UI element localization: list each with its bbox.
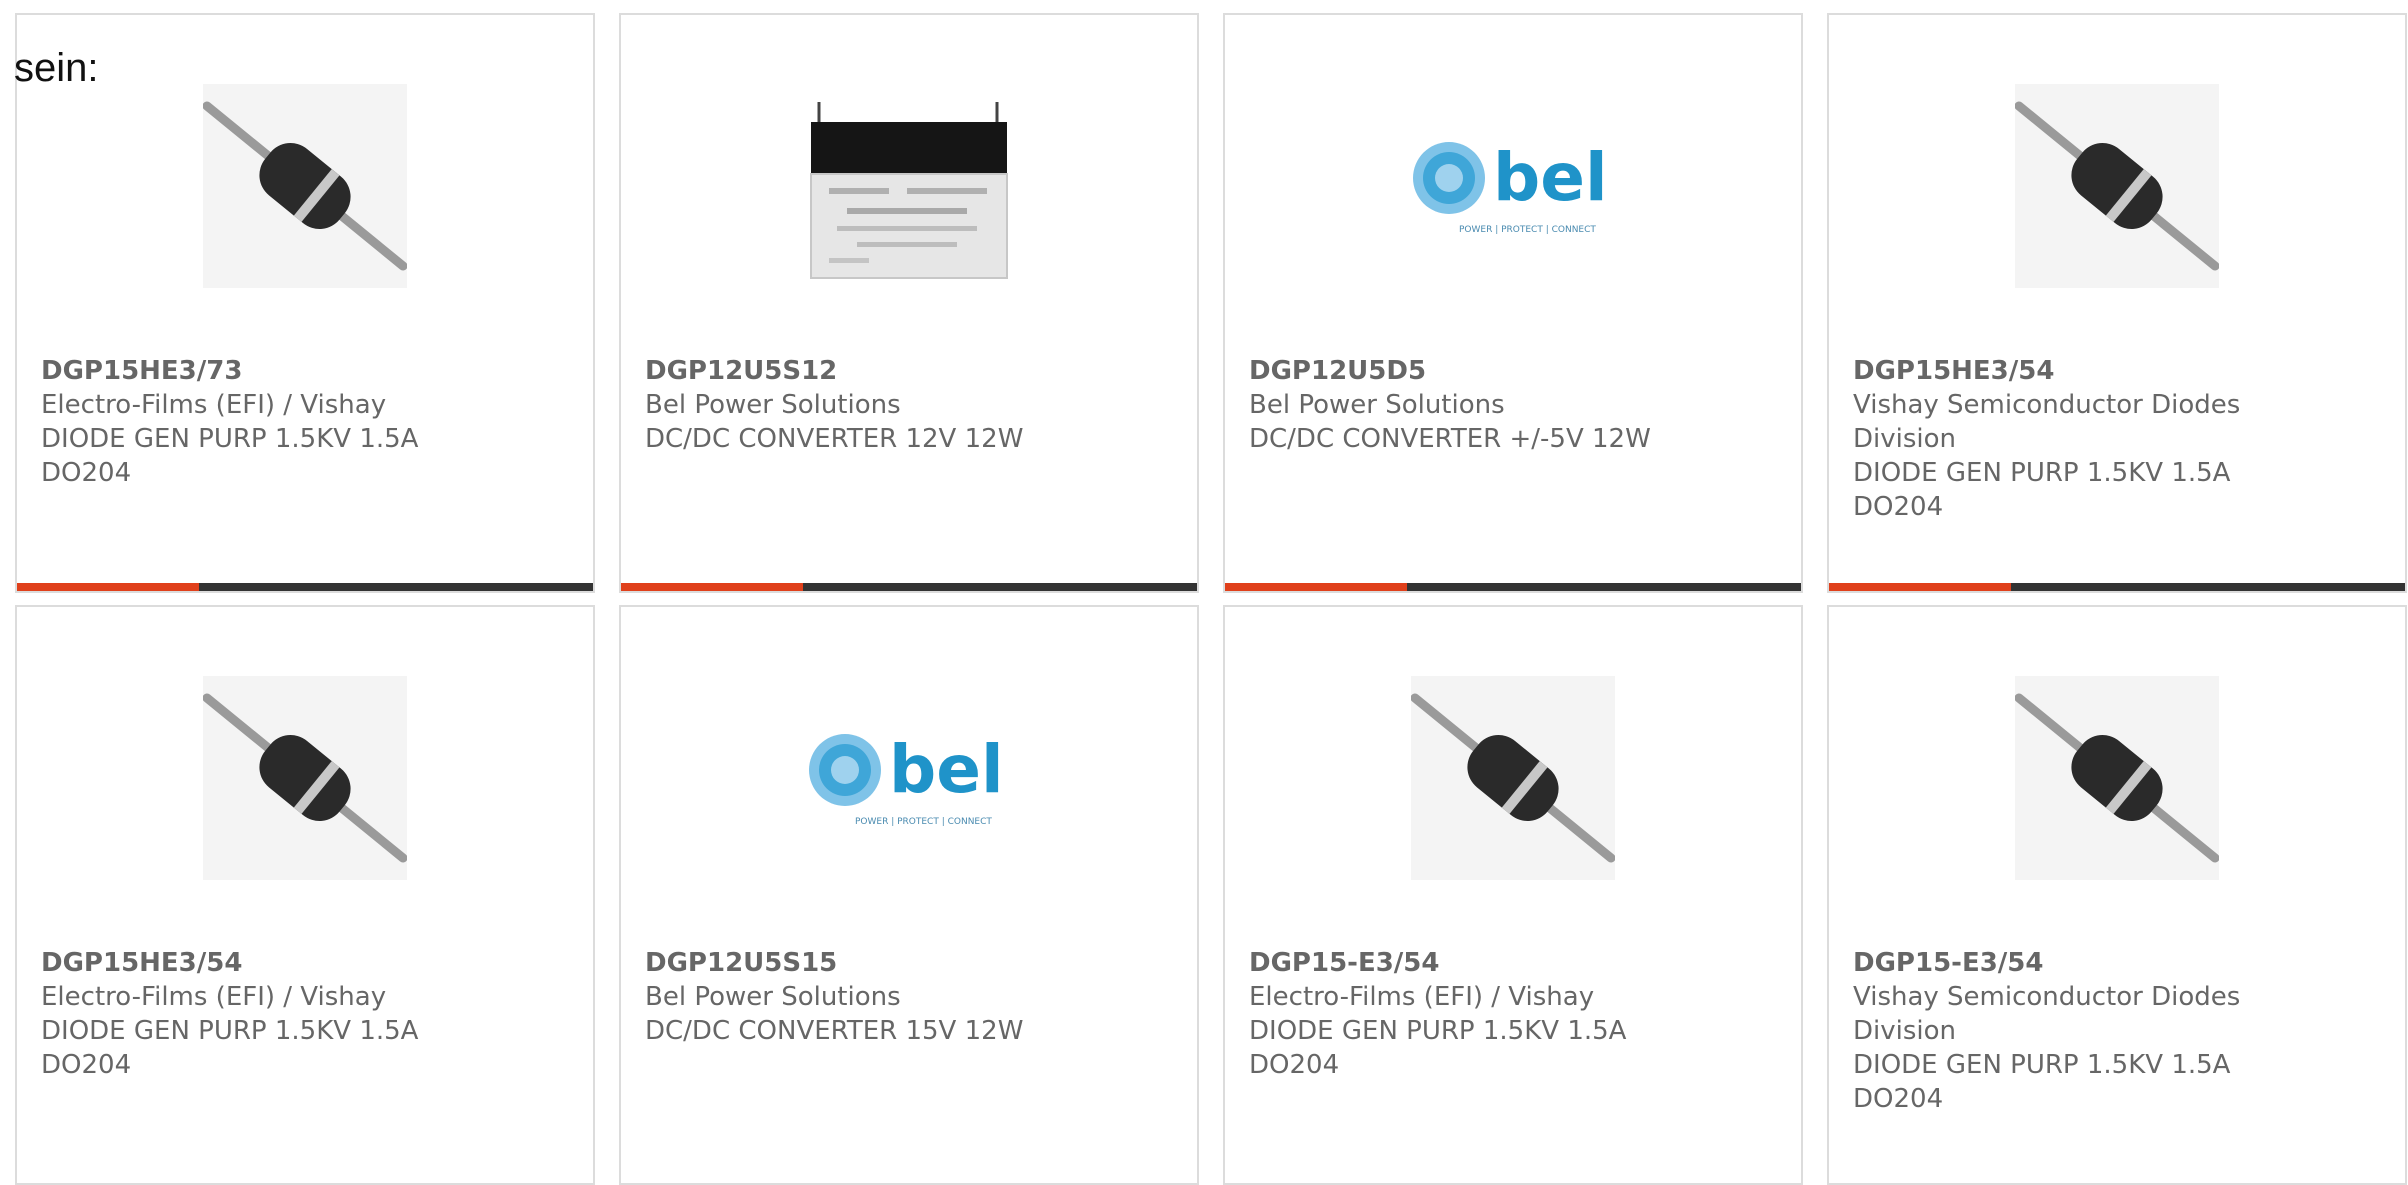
part-number-link[interactable]: DGP12U5S15 <box>645 946 1065 980</box>
description: DC/DC CONVERTER +/-5V 12W <box>1249 424 1651 454</box>
manufacturer: Electro-Films (EFI) / Vishay <box>1249 982 1595 1012</box>
description: DIODE GEN PURP 1.5KV 1.5A <box>1853 458 2231 488</box>
dc-dc-converter-module-image <box>807 84 1011 288</box>
description-package: DO204 <box>41 1050 132 1080</box>
description-package: DO204 <box>1249 1050 1340 1080</box>
description: DC/DC CONVERTER 15V 12W <box>645 1016 1024 1046</box>
card-bottom-bar <box>621 583 1197 591</box>
product-card[interactable]: DGP15HE3/73 Electro-Films (EFI) / Vishay… <box>15 13 595 593</box>
axial-diode-icon <box>2015 84 2219 288</box>
bel-logo-wordmark: bel <box>1493 139 1608 216</box>
manufacturer: Vishay Semiconductor Diodes Division <box>1853 390 2241 454</box>
manufacturer: Electro-Films (EFI) / Vishay <box>41 982 387 1012</box>
card-accent-bar <box>621 583 803 591</box>
description-package: DO204 <box>1853 1084 1944 1114</box>
bel-logo-tagline: POWER | PROTECT | CONNECT <box>1459 225 1596 235</box>
part-number-link[interactable]: DGP15HE3/54 <box>41 946 461 980</box>
product-card[interactable]: DGP12U5S12 Bel Power Solutions DC/DC CON… <box>619 13 1199 593</box>
part-number-link[interactable]: DGP15-E3/54 <box>1853 946 2273 980</box>
description: DIODE GEN PURP 1.5KV 1.5A <box>1853 1050 2231 1080</box>
axial-diode-icon <box>1411 676 1615 880</box>
axial-diode-icon <box>203 84 407 288</box>
card-accent-bar <box>1829 583 2011 591</box>
manufacturer: Electro-Films (EFI) / Vishay <box>41 390 387 420</box>
part-number-link[interactable]: DGP12U5D5 <box>1249 354 1669 388</box>
part-number-link[interactable]: DGP15-E3/54 <box>1249 946 1669 980</box>
manufacturer: Bel Power Solutions <box>1249 390 1505 420</box>
product-card[interactable]: bel POWER | PROTECT | CONNECT DGP12U5D5 … <box>1223 13 1803 593</box>
product-grid: DGP15HE3/73 Electro-Films (EFI) / Vishay… <box>15 13 2407 1185</box>
product-card[interactable]: DGP15-E3/54 Electro-Films (EFI) / Vishay… <box>1223 605 1803 1185</box>
description-package: DO204 <box>41 458 132 488</box>
bel-logo: bel POWER | PROTECT | CONNECT <box>807 676 1011 880</box>
axial-diode-icon <box>2015 676 2219 880</box>
manufacturer: Bel Power Solutions <box>645 982 901 1012</box>
bel-logo: bel POWER | PROTECT | CONNECT <box>1411 84 1615 288</box>
product-card[interactable]: DGP15-E3/54 Vishay Semiconductor Diodes … <box>1827 605 2407 1185</box>
card-accent-bar <box>1225 583 1407 591</box>
intro-text: sein: <box>14 46 99 90</box>
part-number-link[interactable]: DGP15HE3/54 <box>1853 354 2273 388</box>
product-card[interactable]: DGP15HE3/54 Electro-Films (EFI) / Vishay… <box>15 605 595 1185</box>
bel-logo-wordmark: bel <box>889 731 1004 808</box>
description: DIODE GEN PURP 1.5KV 1.5A <box>41 424 419 454</box>
bel-logo-tagline: POWER | PROTECT | CONNECT <box>855 817 992 827</box>
part-number-link[interactable]: DGP12U5S12 <box>645 354 1065 388</box>
part-number-link[interactable]: DGP15HE3/73 <box>41 354 461 388</box>
manufacturer: Vishay Semiconductor Diodes Division <box>1853 982 2241 1046</box>
product-card[interactable]: bel POWER | PROTECT | CONNECT DGP12U5S15… <box>619 605 1199 1185</box>
description: DIODE GEN PURP 1.5KV 1.5A <box>41 1016 419 1046</box>
product-card[interactable]: DGP15HE3/54 Vishay Semiconductor Diodes … <box>1827 13 2407 593</box>
manufacturer: Bel Power Solutions <box>645 390 901 420</box>
description: DC/DC CONVERTER 12V 12W <box>645 424 1024 454</box>
card-bottom-bar <box>17 583 593 591</box>
description-package: DO204 <box>1853 492 1944 522</box>
card-bottom-bar <box>1225 583 1801 591</box>
axial-diode-icon <box>203 676 407 880</box>
card-accent-bar <box>17 583 199 591</box>
card-bottom-bar <box>1829 583 2405 591</box>
description: DIODE GEN PURP 1.5KV 1.5A <box>1249 1016 1627 1046</box>
